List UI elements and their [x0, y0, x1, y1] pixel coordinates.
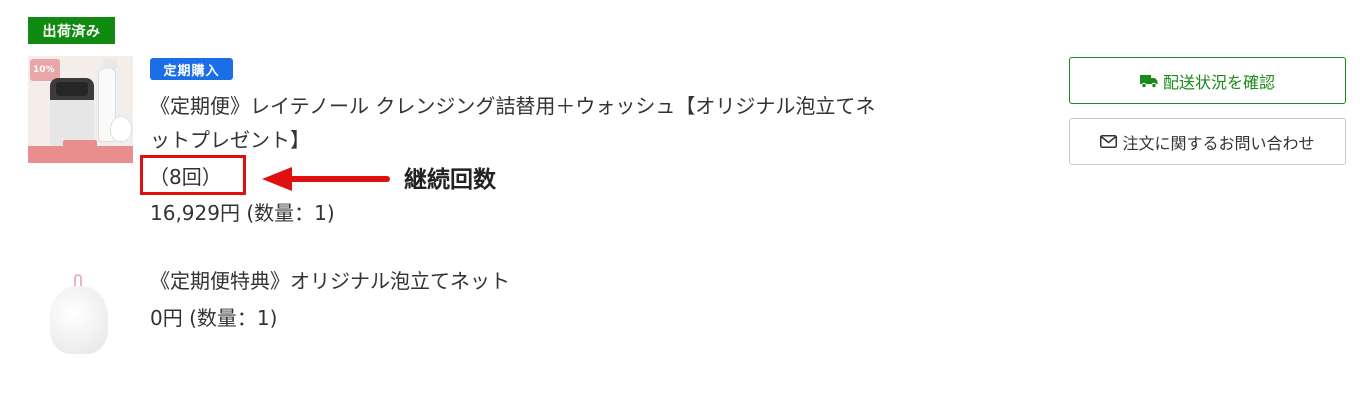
item-price-quantity: 0円 (数量：1): [150, 306, 278, 330]
subscription-badge: 定期購入: [150, 58, 233, 80]
product-thumbnail-foam-net[interactable]: [40, 270, 120, 360]
order-inquiry-button[interactable]: 注文に関するお問い合わせ: [1069, 118, 1346, 165]
truck-icon: [1139, 74, 1158, 88]
check-shipping-status-button[interactable]: 配送状況を確認: [1069, 57, 1346, 104]
item-price-quantity: 16,929円 (数量：1): [150, 201, 335, 225]
order-inquiry-label: 注文に関するお問い合わせ: [1122, 133, 1315, 153]
annotation-arrow-icon: [262, 167, 390, 191]
envelope-icon: [1100, 135, 1118, 148]
foam-net-image: [110, 116, 132, 142]
order-history-entry: 出荷済み 10% 定期購入 《定期便》レイテノール クレンジング詰替用＋ウォッシ…: [0, 0, 1370, 403]
promo-banner-image: [28, 146, 133, 163]
check-shipping-status-label: 配送状況を確認: [1162, 72, 1275, 92]
shipped-status-badge: 出荷済み: [28, 17, 115, 44]
foam-net-image: [50, 286, 108, 354]
product-name-link[interactable]: 《定期便特典》オリジナル泡立てネット: [150, 264, 890, 298]
product-thumbnail-cleansing-set[interactable]: 10%: [28, 56, 133, 163]
subscription-count-highlight: （8回）: [140, 155, 246, 195]
product-name-link[interactable]: 《定期便》レイテノール クレンジング詰替用＋ウォッシュ【オリジナル泡立てネットプ…: [150, 89, 890, 157]
annotation-label: 継続回数: [404, 167, 496, 193]
subscription-count: （8回）: [149, 164, 222, 189]
